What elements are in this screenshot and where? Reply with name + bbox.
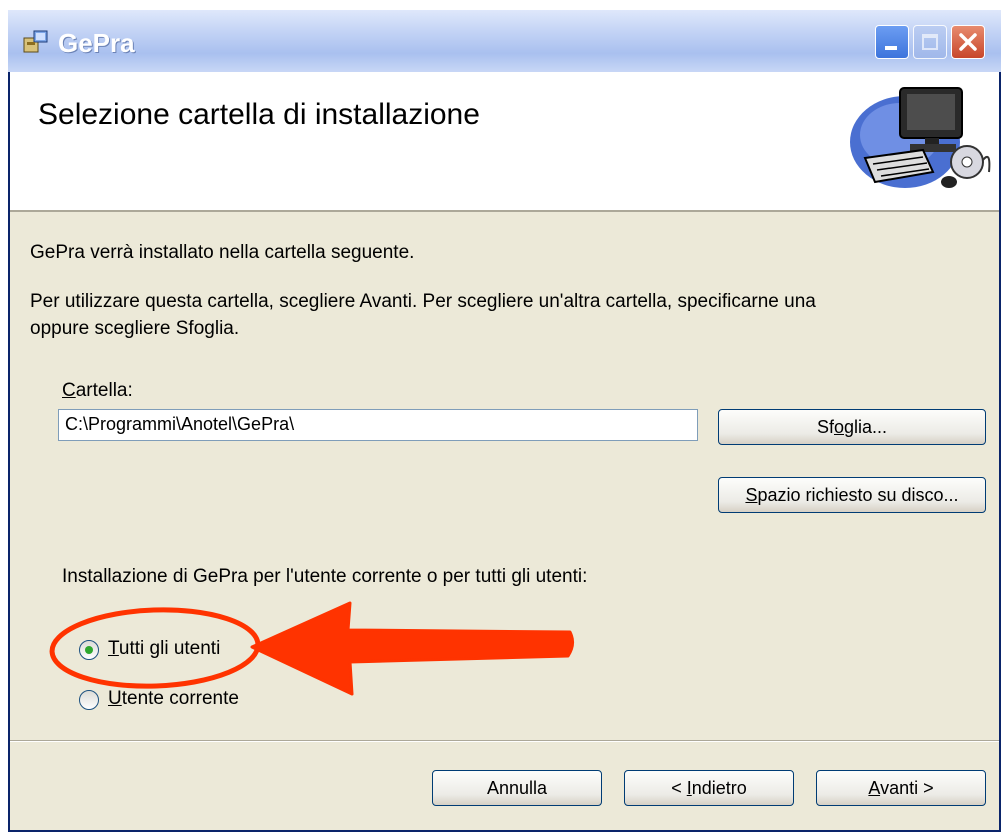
install-for-question: Installazione di GePra per l'utente corr…: [62, 566, 588, 587]
disk-space-accel: S: [745, 485, 758, 505]
computer-cd-icon: [850, 87, 991, 188]
folder-label-accel: C: [62, 380, 76, 401]
close-button[interactable]: [951, 25, 985, 59]
header-banner: Selezione cartella di installazione: [10, 72, 999, 212]
next-label-rest: vanti >: [880, 778, 934, 798]
installer-app-icon: [23, 30, 48, 53]
radio-all-users-label[interactable]: Tutti gli utenti: [108, 638, 220, 660]
browse-label-pre: Sf: [816, 417, 834, 437]
back-label-pre: <: [671, 778, 687, 798]
title-bar[interactable]: GePra: [8, 10, 1001, 72]
radio-current-user-accel: U: [108, 688, 122, 709]
window-title: GePra: [58, 28, 135, 58]
browse-label-post: glia...: [844, 417, 888, 437]
next-label-accel: A: [868, 778, 881, 798]
minimize-button[interactable]: [875, 25, 909, 59]
radio-current-user[interactable]: [79, 690, 99, 710]
browse-label-accel: o: [833, 417, 844, 437]
instructions-line-1: Per utilizzare questa cartella, sceglier…: [30, 291, 816, 312]
maximize-icon: [922, 34, 938, 50]
radio-all-users-text: utti gli utenti: [118, 638, 221, 659]
radio-selected-dot: [85, 646, 93, 654]
footer-separator: [10, 740, 999, 742]
minimize-icon: [885, 46, 897, 50]
folder-label: Cartella:: [62, 380, 133, 402]
next-button[interactable]: Avanti >: [816, 770, 986, 806]
radio-current-user-text: tente corrente: [121, 688, 239, 709]
page-title: Selezione cartella di installazione: [38, 98, 480, 131]
browse-button[interactable]: Sfoglia...: [718, 409, 986, 445]
cancel-button[interactable]: Annulla: [432, 770, 602, 806]
disk-space-button[interactable]: Spazio richiesto su disco...: [718, 477, 986, 513]
disk-space-label: pazio richiesto su disco...: [757, 485, 959, 505]
folder-label-rest: artella:: [75, 380, 133, 401]
back-button[interactable]: < Indietro: [624, 770, 794, 806]
radio-current-user-label[interactable]: Utente corrente: [108, 688, 239, 710]
folder-path-input[interactable]: C:\Programmi\Anotel\GePra\: [58, 409, 698, 441]
close-icon: [959, 33, 977, 51]
back-label-rest: ndietro: [691, 778, 747, 798]
instructions-line-2: oppure scegliere Sfoglia.: [30, 318, 240, 339]
radio-all-users-accel: T: [108, 638, 119, 659]
radio-all-users[interactable]: [79, 640, 99, 660]
maximize-button[interactable]: [913, 25, 947, 59]
intro-text: GePra verrà installato nella cartella se…: [30, 242, 415, 263]
